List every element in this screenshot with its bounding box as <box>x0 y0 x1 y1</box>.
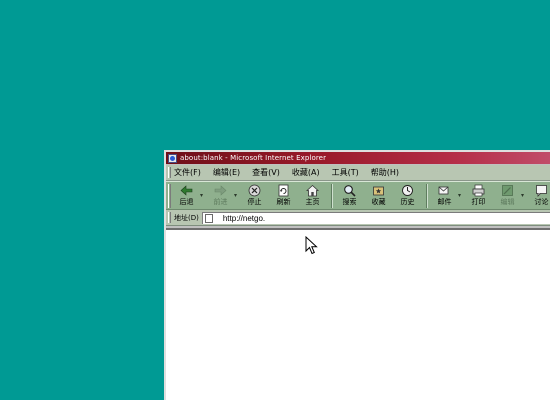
address-label: 地址(D) <box>174 213 199 222</box>
refresh-icon <box>278 184 289 197</box>
discuss-label: 讨论 <box>534 198 549 206</box>
toolbar-separator <box>331 184 333 208</box>
menu-edit[interactable]: 编辑(E) <box>213 167 240 178</box>
print-label: 打印 <box>471 198 486 206</box>
back-arrow-icon <box>180 185 193 196</box>
print-button[interactable]: 打印 <box>466 182 491 207</box>
edit-label: 编辑 <box>500 198 515 206</box>
edit-dropdown-icon[interactable]: ▾ <box>521 182 527 199</box>
menu-file[interactable]: 文件(F) <box>174 167 201 178</box>
menu-view[interactable]: 查看(V) <box>252 167 280 178</box>
history-button[interactable]: 历史 <box>395 182 420 207</box>
forward-dropdown-icon[interactable]: ▾ <box>234 182 240 199</box>
menu-bar-grip[interactable] <box>168 167 171 178</box>
home-button[interactable]: 主页 <box>300 182 325 207</box>
print-icon <box>472 184 485 197</box>
history-label: 历史 <box>400 198 415 206</box>
mail-dropdown-icon[interactable]: ▾ <box>458 182 464 199</box>
home-label: 主页 <box>305 198 320 206</box>
menu-tools[interactable]: 工具(T) <box>332 167 359 178</box>
address-url[interactable]: http://netgo. <box>223 214 265 223</box>
back-dropdown-icon[interactable]: ▾ <box>200 182 206 199</box>
back-label: 后退 <box>179 198 194 206</box>
window-title: about:blank - Microsoft Internet Explore… <box>180 154 327 162</box>
forward-label: 前进 <box>213 198 228 206</box>
toolbar-grip[interactable] <box>168 184 171 208</box>
stop-label: 停止 <box>247 198 262 206</box>
refresh-button[interactable]: 刷新 <box>271 182 296 207</box>
edit-icon <box>502 185 513 196</box>
search-label: 搜索 <box>342 198 357 206</box>
forward-button[interactable]: 前进 <box>208 182 233 207</box>
mouse-cursor-icon <box>305 236 318 255</box>
favorites-icon <box>373 186 384 196</box>
page-icon <box>204 213 213 223</box>
mail-label: 邮件 <box>437 198 452 206</box>
menu-favorites[interactable]: 收藏(A) <box>292 167 320 178</box>
forward-arrow-icon <box>214 185 227 196</box>
menu-bar: 文件(F) 编辑(E) 查看(V) 收藏(A) 工具(T) 帮助(H) <box>166 165 550 181</box>
address-bar: 地址(D) http://netgo. <box>166 210 550 226</box>
home-icon <box>306 184 319 197</box>
favorites-button[interactable]: 收藏 <box>366 182 391 207</box>
favorites-label: 收藏 <box>371 198 386 206</box>
stop-icon <box>248 184 261 197</box>
mail-button[interactable]: 邮件 <box>432 182 457 207</box>
page-content-area[interactable] <box>166 228 550 400</box>
standard-toolbar: 后退 ▾ 前进 ▾ 停止 刷新 主页 搜索 收藏 历史 邮件 ▾ 打印 编辑 ▾… <box>166 181 550 210</box>
stop-button[interactable]: 停止 <box>242 182 267 207</box>
address-input[interactable]: http://netgo. <box>201 211 550 224</box>
edit-button[interactable]: 编辑 <box>495 182 520 207</box>
address-bar-grip[interactable] <box>168 212 171 223</box>
discuss-icon <box>536 185 547 197</box>
search-button[interactable]: 搜索 <box>337 182 362 207</box>
back-button[interactable]: 后退 <box>174 182 199 207</box>
title-bar[interactable]: about:blank - Microsoft Internet Explore… <box>166 152 550 164</box>
mail-icon <box>438 186 449 195</box>
toolbar-separator <box>426 184 428 208</box>
menu-help[interactable]: 帮助(H) <box>371 167 399 178</box>
history-icon <box>402 185 413 196</box>
refresh-label: 刷新 <box>276 198 291 206</box>
search-icon <box>344 185 356 197</box>
ie-app-icon[interactable] <box>168 153 177 163</box>
browser-window[interactable]: about:blank - Microsoft Internet Explore… <box>164 150 550 400</box>
discuss-button[interactable]: 讨论 <box>529 182 550 207</box>
